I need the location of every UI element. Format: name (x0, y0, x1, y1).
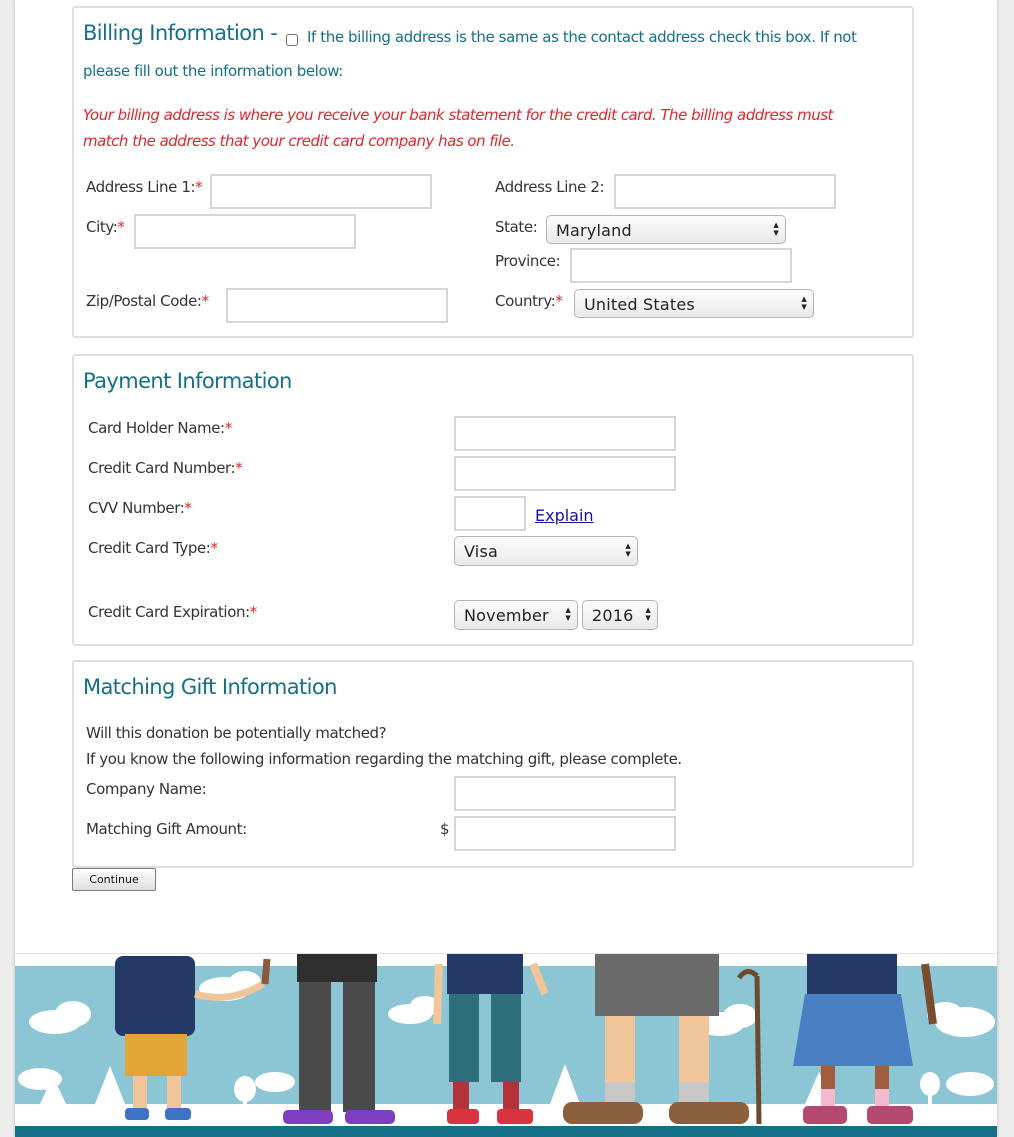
cvv-label-text: CVV Number: (88, 499, 185, 517)
state-select-value: Maryland (556, 221, 632, 240)
expiration-label-text: Credit Card Expiration: (88, 603, 250, 621)
matching-instructions: If you know the following information re… (86, 750, 682, 768)
country-select[interactable]: United States ▲ ▼ (574, 289, 814, 318)
required-asterisk: * (224, 419, 233, 437)
select-arrows-icon: ▲ ▼ (773, 221, 779, 237)
city-label: City:* (86, 218, 125, 236)
required-asterisk: * (249, 603, 258, 621)
card-holder-input[interactable] (454, 416, 676, 451)
billing-warning: Your billing address is where you receiv… (83, 102, 833, 154)
address2-input[interactable] (614, 174, 836, 209)
city-input[interactable] (134, 214, 356, 249)
billing-warning-line1: Your billing address is where you receiv… (83, 106, 833, 124)
matching-section: Matching Gift Information Will this dona… (72, 660, 914, 868)
province-label: Province: (495, 252, 561, 270)
city-label-text: City: (86, 218, 118, 236)
payment-title: Payment Information (83, 369, 292, 393)
expiration-year-select[interactable]: 2016 ▲ ▼ (582, 600, 658, 630)
matching-amount-label: Matching Gift Amount: (86, 820, 247, 838)
state-label-text: State: (495, 218, 538, 236)
same-address-note-2: please fill out the information below: (83, 62, 343, 80)
country-label: Country:* (495, 292, 563, 310)
country-select-value: United States (584, 295, 695, 314)
company-name-label: Company Name: (86, 780, 207, 798)
expiration-month-select[interactable]: November ▲ ▼ (454, 600, 578, 630)
explain-link[interactable]: Explain (535, 506, 594, 525)
required-asterisk: * (195, 178, 203, 196)
card-number-label: Credit Card Number:* (88, 459, 243, 477)
address1-input[interactable] (210, 174, 432, 209)
province-input[interactable] (570, 248, 792, 283)
matching-question: Will this donation be potentially matche… (86, 724, 387, 742)
cvv-input[interactable] (454, 496, 526, 531)
country-label-text: Country: (495, 292, 556, 310)
card-holder-label: Card Holder Name:* (88, 419, 232, 437)
billing-section: Billing Information - If the billing add… (72, 6, 914, 338)
select-arrows-icon: ▲ ▼ (801, 295, 807, 311)
page: Billing Information - If the billing add… (15, 0, 997, 1137)
zip-input[interactable] (226, 288, 448, 323)
card-type-select[interactable]: Visa ▲ ▼ (454, 536, 638, 566)
required-asterisk: * (117, 218, 125, 236)
payment-section: Payment Information Card Holder Name:* C… (72, 354, 914, 646)
card-type-select-value: Visa (464, 542, 498, 561)
card-number-label-text: Credit Card Number: (88, 459, 236, 477)
card-holder-label-text: Card Holder Name: (88, 419, 225, 437)
required-asterisk: * (184, 499, 192, 517)
select-arrows-icon: ▲ ▼ (625, 542, 631, 558)
people-legs-illustration (15, 954, 997, 1137)
province-label-text: Province: (495, 252, 561, 270)
address2-label-text: Address Line 2: (495, 178, 605, 196)
select-arrows-icon: ▲ ▼ (645, 606, 651, 622)
continue-button[interactable]: Continue (72, 868, 156, 891)
required-asterisk: * (210, 539, 218, 557)
billing-title: Billing Information - (83, 21, 278, 45)
zip-label: Zip/Postal Code:* (86, 292, 209, 310)
select-arrows-icon: ▲ ▼ (565, 606, 571, 622)
expiration-month-value: November (464, 606, 549, 625)
card-number-input[interactable] (454, 456, 676, 491)
state-label: State: (495, 218, 538, 236)
card-type-label: Credit Card Type:* (88, 539, 218, 557)
same-address-note: If the billing address is the same as th… (307, 28, 857, 46)
matching-amount-input[interactable] (454, 816, 676, 851)
address1-label-text: Address Line 1: (86, 178, 196, 196)
address2-label: Address Line 2: (495, 178, 605, 196)
billing-title-text: Billing Information - (83, 21, 278, 45)
currency-symbol: $ (440, 820, 450, 838)
footer-banner (15, 953, 997, 1137)
required-asterisk: * (201, 292, 210, 310)
company-name-input[interactable] (454, 776, 676, 811)
required-asterisk: * (235, 459, 243, 477)
cvv-label: CVV Number:* (88, 499, 192, 517)
required-asterisk: * (555, 292, 563, 310)
card-type-label-text: Credit Card Type: (88, 539, 211, 557)
same-address-checkbox[interactable] (286, 34, 298, 46)
address1-label: Address Line 1:* (86, 178, 203, 196)
expiration-year-value: 2016 (592, 606, 634, 625)
state-select[interactable]: Maryland ▲ ▼ (546, 215, 786, 244)
zip-label-text: Zip/Postal Code: (86, 292, 202, 310)
billing-warning-line2: match the address that your credit card … (83, 132, 515, 150)
matching-title: Matching Gift Information (83, 675, 337, 699)
expiration-label: Credit Card Expiration:* (88, 603, 257, 621)
